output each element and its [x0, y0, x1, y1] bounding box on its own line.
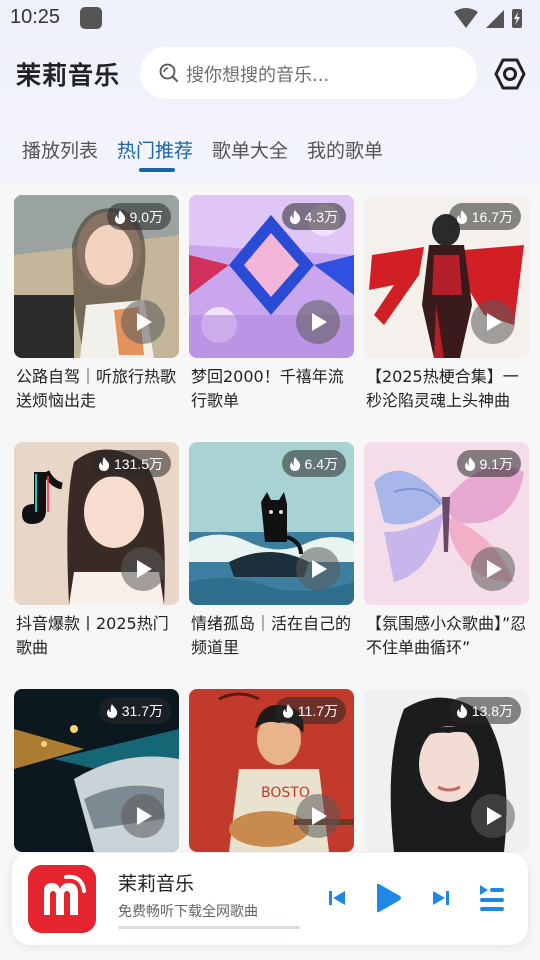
play-icon — [487, 807, 502, 825]
fire-icon — [114, 209, 125, 224]
battery-icon — [512, 9, 522, 28]
tab-hot-recommend[interactable]: 热门推荐 — [117, 136, 193, 163]
play-icon — [312, 560, 327, 578]
play-icon — [137, 560, 152, 578]
playlist-cover: 4.3万 — [189, 195, 354, 358]
play-button[interactable] — [296, 300, 340, 344]
next-icon[interactable] — [432, 889, 450, 911]
play-count-badge: 9.1万 — [456, 450, 521, 477]
status-icons — [452, 6, 532, 30]
mini-player[interactable]: 茉莉音乐 免费畅听下载全网歌曲 — [12, 853, 528, 945]
play-button[interactable] — [471, 300, 515, 344]
play-count: 31.7万 — [121, 702, 163, 719]
playlist-title: 抖音爆款丨2025热门歌曲 — [16, 614, 169, 657]
playlist-cover: BOSTO 11.7万 — [189, 689, 354, 852]
play-count-badge: 9.0万 — [106, 203, 171, 230]
fire-icon — [456, 209, 467, 224]
play-icon — [312, 313, 327, 331]
play-count: 6.4万 — [304, 455, 338, 472]
play-count-badge: 131.5万 — [90, 450, 171, 477]
play-button[interactable] — [296, 547, 340, 591]
player-title: 茉莉音乐 — [118, 873, 195, 895]
previous-icon[interactable] — [328, 889, 346, 911]
playlist-cover: 9.1万 — [364, 442, 529, 605]
playlist-cover: 31.7万 — [14, 689, 179, 852]
play-count: 4.3万 — [304, 208, 338, 225]
playlist-cover: 6.4万 — [189, 442, 354, 605]
play-icon[interactable] — [374, 883, 402, 917]
playlist-queue-icon[interactable] — [478, 883, 506, 917]
playlist-title: 情绪孤岛｜活在自己的频道里 — [191, 614, 352, 657]
search-input[interactable]: 搜你想搜的音乐... — [140, 47, 477, 99]
play-count-badge: 13.8万 — [448, 697, 521, 724]
app-title: 茉莉音乐 — [16, 61, 121, 90]
playlist-title: 【氛围感小众歌曲】”忍不住单曲循环” — [366, 614, 527, 657]
play-count: 16.7万 — [471, 208, 513, 225]
playlist-cover: 131.5万 — [14, 442, 179, 605]
play-count-badge: 31.7万 — [98, 697, 171, 724]
wifi-icon — [454, 8, 478, 28]
play-count: 9.0万 — [129, 208, 163, 225]
play-button[interactable] — [296, 794, 340, 838]
status-time: 10:25 — [10, 6, 61, 28]
player-subtitle: 免费畅听下载全网歌曲 — [118, 904, 258, 920]
fire-icon — [464, 456, 475, 471]
search-placeholder: 搜你想搜的音乐... — [186, 65, 330, 86]
play-count: 13.8万 — [471, 702, 513, 719]
playlist-cover: 16.7万 — [364, 195, 529, 358]
play-icon — [312, 807, 327, 825]
signal-icon — [486, 10, 504, 28]
settings-icon[interactable] — [492, 56, 528, 92]
play-count-badge: 16.7万 — [448, 203, 521, 230]
playlist-title: 【2025热梗合集】一秒沦陷灵魂上头神曲 — [366, 367, 519, 410]
status-app-icon — [80, 7, 102, 29]
playlist-title: 梦回2000！千禧年流行歌单 — [191, 367, 344, 410]
status-bar: 10:25 — [0, 0, 540, 36]
tab-song-lists[interactable]: 歌单大全 — [212, 136, 288, 163]
play-icon — [137, 807, 152, 825]
fire-icon — [289, 456, 300, 471]
play-button[interactable] — [121, 547, 165, 591]
playlist-title: 公路自驾｜听旅行热歌送烦恼出走 — [16, 367, 177, 410]
play-count: 9.1万 — [479, 455, 513, 472]
play-button[interactable] — [471, 547, 515, 591]
tab-my-lists[interactable]: 我的歌单 — [307, 136, 383, 163]
playlist-grid: 9.0万 公路自驾｜听旅行热歌送烦恼出走 4.3万 梦回2000！千禧年流行歌单… — [0, 185, 540, 960]
play-icon — [487, 560, 502, 578]
playlist-cover: 13.8万 — [364, 689, 529, 852]
app-logo — [28, 865, 96, 933]
play-count: 11.7万 — [297, 702, 338, 719]
fire-icon — [456, 703, 467, 718]
play-button[interactable] — [471, 794, 515, 838]
play-count-badge: 11.7万 — [274, 697, 346, 724]
search-icon — [158, 62, 180, 84]
fire-icon — [98, 456, 110, 471]
fire-icon — [282, 703, 293, 718]
play-icon — [137, 313, 152, 331]
play-count-badge: 4.3万 — [281, 203, 346, 230]
play-button[interactable] — [121, 794, 165, 838]
play-count: 131.5万 — [113, 455, 163, 472]
play-count-badge: 6.4万 — [281, 450, 346, 477]
progress-bar[interactable] — [118, 926, 300, 929]
tab-playlist[interactable]: 播放列表 — [22, 136, 98, 163]
playlist-cover: 9.0万 — [14, 195, 179, 358]
fire-icon — [106, 703, 117, 718]
fire-icon — [289, 209, 300, 224]
play-button[interactable] — [121, 300, 165, 344]
tab-indicator — [139, 168, 175, 172]
play-icon — [487, 313, 502, 331]
